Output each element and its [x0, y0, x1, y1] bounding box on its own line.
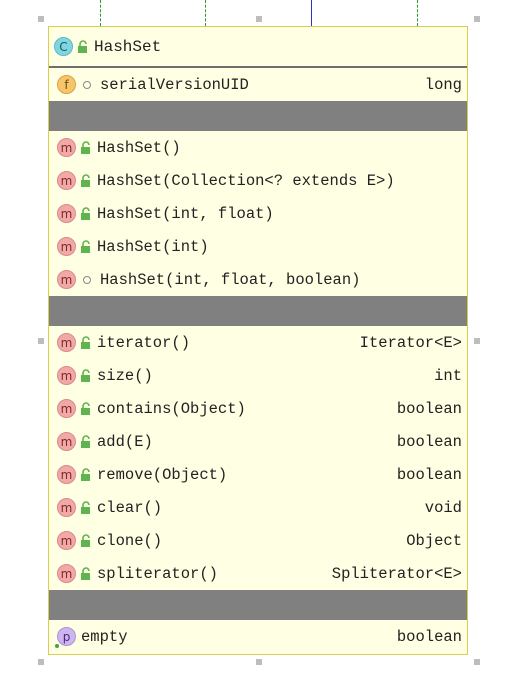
constructor-row[interactable]: m HashSet(int): [49, 230, 467, 263]
public-lock-icon: [81, 368, 90, 382]
member-type: boolean: [396, 432, 462, 451]
method-icon: m: [57, 204, 76, 223]
constructor-row[interactable]: m HashSet(int, float): [49, 197, 467, 230]
member-name: clone(): [97, 531, 163, 550]
method-icon: m: [57, 333, 76, 352]
member-type: int: [434, 366, 462, 385]
public-lock-icon: [81, 434, 90, 448]
public-lock-icon: [81, 173, 90, 187]
constructor-row[interactable]: m HashSet(): [49, 131, 467, 164]
resize-handle-bottom-left[interactable]: [38, 659, 44, 665]
public-lock-icon: [81, 140, 90, 154]
method-icon: m: [57, 399, 76, 418]
section-separator: [49, 590, 467, 620]
public-lock-icon: [81, 467, 90, 481]
resize-handle-bottom-center[interactable]: [256, 659, 262, 665]
public-lock-icon: [81, 566, 90, 580]
methods-section: m iterator() Iterator<E> m size() int m contain…: [49, 326, 467, 590]
resize-handle-middle-right[interactable]: [474, 338, 480, 344]
resize-handle-top-right[interactable]: [474, 16, 480, 22]
class-name: HashSet: [94, 37, 162, 56]
inheritance-connector-2: [205, 0, 206, 26]
member-type: boolean: [396, 627, 462, 646]
method-row[interactable]: m size() int: [49, 359, 467, 392]
method-icon: m: [57, 366, 76, 385]
class-box[interactable]: C HashSet f serialVersionUID long m HashSet…: [48, 26, 468, 655]
method-icon: m: [57, 171, 76, 190]
property-row[interactable]: p empty boolean: [49, 620, 467, 653]
method-row[interactable]: m clear() void: [49, 491, 467, 524]
member-name: serialVersionUID: [100, 75, 249, 94]
member-name: spliterator(): [97, 564, 218, 583]
package-private-icon: [83, 80, 91, 89]
public-lock-icon: [78, 39, 87, 53]
method-icon: m: [57, 432, 76, 451]
member-name: HashSet(Collection<? extends E>): [97, 171, 395, 190]
status-dot-icon: [55, 644, 59, 648]
member-name: HashSet(int, float, boolean): [100, 270, 361, 289]
method-icon: m: [57, 498, 76, 517]
constructor-row[interactable]: m HashSet(Collection<? extends E>): [49, 164, 467, 197]
constructor-row[interactable]: m HashSet(int, float, boolean): [49, 263, 467, 296]
method-icon: m: [57, 564, 76, 583]
field-icon: f: [57, 75, 76, 94]
section-separator: [49, 296, 467, 326]
member-type: Object: [406, 531, 462, 550]
method-icon: m: [57, 270, 76, 289]
class-icon: C: [54, 37, 73, 56]
member-name: remove(Object): [97, 465, 228, 484]
method-row[interactable]: m clone() Object: [49, 524, 467, 557]
member-type: long: [424, 75, 462, 94]
member-name: size(): [97, 366, 153, 385]
member-type: void: [424, 498, 462, 517]
member-name: HashSet(int): [97, 237, 209, 256]
member-name: HashSet(): [97, 138, 181, 157]
inheritance-connector-4: [417, 0, 418, 26]
fields-section: f serialVersionUID long: [49, 68, 467, 101]
method-row[interactable]: m remove(Object) boolean: [49, 458, 467, 491]
public-lock-icon: [81, 335, 90, 349]
public-lock-icon: [81, 533, 90, 547]
inheritance-connector-1: [100, 0, 101, 26]
public-lock-icon: [81, 239, 90, 253]
public-lock-icon: [81, 500, 90, 514]
method-row[interactable]: m spliterator() Spliterator<E>: [49, 557, 467, 590]
resize-handle-top-left[interactable]: [38, 16, 44, 22]
public-lock-icon: [81, 206, 90, 220]
properties-section: p empty boolean: [49, 620, 467, 653]
member-name: contains(Object): [97, 399, 246, 418]
member-name: add(E): [97, 432, 153, 451]
public-lock-icon: [81, 401, 90, 415]
method-icon: m: [57, 465, 76, 484]
method-icon: m: [57, 531, 76, 550]
section-separator: [49, 101, 467, 131]
constructors-section: m HashSet() m HashSet(Collection<? extends …: [49, 131, 467, 296]
method-row[interactable]: m add(E) boolean: [49, 425, 467, 458]
field-row[interactable]: f serialVersionUID long: [49, 68, 467, 101]
member-type: Spliterator<E>: [331, 564, 462, 583]
method-row[interactable]: m iterator() Iterator<E>: [49, 326, 467, 359]
member-name: iterator(): [97, 333, 191, 352]
member-type: boolean: [396, 399, 462, 418]
resize-handle-top-center[interactable]: [256, 16, 262, 22]
class-header[interactable]: C HashSet: [49, 27, 467, 68]
member-type: Iterator<E>: [359, 333, 462, 352]
inheritance-connector-3: [311, 0, 312, 26]
method-icon: m: [57, 138, 76, 157]
member-name: clear(): [97, 498, 163, 517]
member-name: HashSet(int, float): [97, 204, 274, 223]
member-type: boolean: [396, 465, 462, 484]
resize-handle-middle-left[interactable]: [38, 338, 44, 344]
member-name: empty: [81, 627, 128, 646]
package-private-icon: [83, 275, 91, 284]
resize-handle-bottom-right[interactable]: [474, 659, 480, 665]
method-icon: m: [57, 237, 76, 256]
property-icon: p: [57, 627, 76, 646]
method-row[interactable]: m contains(Object) boolean: [49, 392, 467, 425]
